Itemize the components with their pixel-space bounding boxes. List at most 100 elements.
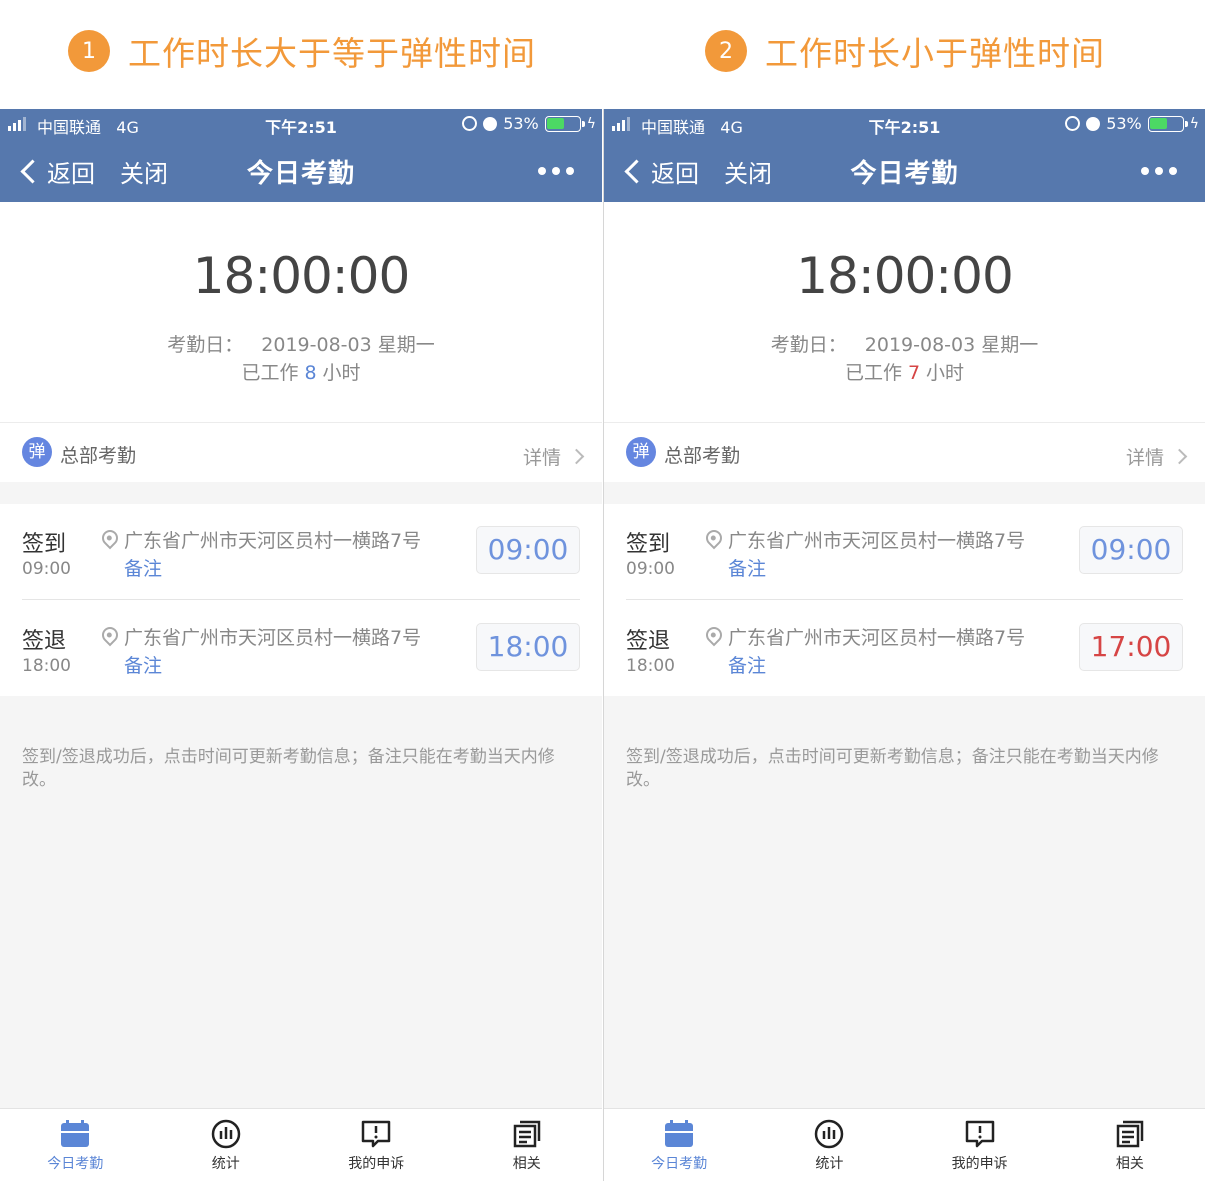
location-pin-icon — [702, 526, 726, 550]
nav-bar: 返回 关闭 今日考勤 — [604, 139, 1205, 202]
calendar-icon — [665, 1120, 694, 1147]
status-bar: 中国联通 4G 下午2:51 53% ϟ — [604, 109, 1205, 139]
rotation-lock-icon — [462, 116, 478, 131]
caption-text: 工作时长大于等于弹性时间 — [128, 34, 536, 73]
battery-percent: 53% — [503, 114, 539, 133]
chevron-right-icon — [1171, 448, 1188, 465]
record-scheduled-time: 18:00 — [626, 656, 675, 676]
current-time: 18:00:00 — [796, 247, 1014, 305]
punch-records: 签到 09:00 广东省广州市天河区员村一横路7号 备注 09:00 签退 18… — [604, 504, 1205, 696]
worked-hours-value: 8 — [304, 362, 317, 384]
tab-related[interactable]: 相关 — [1055, 1109, 1205, 1181]
department-name: 总部考勤 — [60, 445, 137, 467]
tab-stats[interactable]: 统计 — [754, 1109, 904, 1181]
charging-icon: ϟ — [1189, 115, 1199, 132]
tab-label: 统计 — [815, 1156, 844, 1172]
note-link[interactable]: 备注 — [124, 651, 162, 678]
stats-icon — [815, 1119, 844, 1149]
page-title: 今日考勤 — [246, 159, 355, 189]
tab-label: 今日考勤 — [651, 1156, 708, 1172]
detail-link[interactable]: 详情 — [1126, 443, 1188, 470]
check-out-row: 签退 18:00 广东省广州市天河区员村一横路7号 备注 18:00 — [22, 601, 580, 697]
caption-number: 2 — [705, 30, 747, 72]
tab-related[interactable]: 相关 — [452, 1109, 603, 1181]
battery-percent: 53% — [1106, 114, 1142, 133]
tab-today[interactable]: 今日考勤 — [604, 1109, 754, 1181]
alarm-icon — [483, 116, 498, 131]
tab-label: 今日考勤 — [47, 1156, 104, 1172]
rotation-lock-icon — [1065, 116, 1081, 131]
current-time: 18:00:00 — [192, 247, 411, 305]
tab-label: 相关 — [512, 1156, 541, 1172]
attendance-summary: 18:00:00 考勤日： 2019-08-03 星期一 已工作 8 小时 — [0, 202, 602, 422]
punch-time-button[interactable]: 09:00 — [1079, 526, 1183, 574]
tab-label: 我的申诉 — [951, 1156, 1008, 1172]
punch-records: 签到 09:00 广东省广州市天河区员村一横路7号 备注 09:00 签退 18… — [0, 504, 602, 696]
tab-bar: 今日考勤 统计 我的申诉 相关 — [0, 1108, 602, 1181]
location-pin-icon — [98, 623, 122, 647]
tip-text: 签到/签退成功后，点击时间可更新考勤信息；备注只能在考勤当天内修改。 — [22, 747, 555, 790]
tab-stats[interactable]: 统计 — [151, 1109, 302, 1181]
location-pin-icon — [702, 623, 726, 647]
phone-screen-2: 中国联通 4G 下午2:51 53% ϟ 返回 关闭 今日考勤 18:00:00… — [603, 109, 1205, 1181]
worked-hours-value: 7 — [907, 362, 921, 384]
record-address: 广东省广州市天河区员村一横路7号 — [124, 627, 422, 649]
attendance-date: 考勤日： 2019-08-03 星期一 — [167, 334, 435, 356]
tab-bar: 今日考勤 统计 我的申诉 相关 — [604, 1108, 1205, 1181]
department-name: 总部考勤 — [664, 445, 741, 467]
punch-time-button[interactable]: 17:00 — [1079, 623, 1183, 671]
worked-hours: 已工作 7 小时 — [844, 362, 965, 384]
record-address: 广东省广州市天河区员村一横路7号 — [728, 530, 1026, 552]
tab-today[interactable]: 今日考勤 — [0, 1109, 151, 1181]
status-right: 53% ϟ — [462, 114, 596, 133]
record-address: 广东省广州市天河区员村一横路7号 — [728, 627, 1026, 649]
more-icon[interactable] — [538, 167, 574, 175]
record-kind: 签到 — [22, 532, 67, 557]
note-link[interactable]: 备注 — [124, 554, 162, 581]
tip-text: 签到/签退成功后，点击时间可更新考勤信息；备注只能在考勤当天内修改。 — [626, 747, 1159, 790]
flex-badge: 弹 — [22, 437, 52, 467]
stats-icon — [211, 1119, 240, 1149]
record-address: 广东省广州市天河区员村一横路7号 — [124, 530, 422, 552]
status-bar: 中国联通 4G 下午2:51 53% ϟ — [0, 109, 602, 139]
punch-time-button[interactable]: 09:00 — [476, 526, 580, 574]
detail-link[interactable]: 详情 — [523, 443, 585, 470]
tab-appeal[interactable]: 我的申诉 — [301, 1109, 452, 1181]
location-pin-icon — [98, 526, 122, 550]
charging-icon: ϟ — [586, 115, 596, 132]
record-kind: 签退 — [626, 629, 671, 654]
related-icon — [513, 1120, 540, 1148]
appeal-icon — [965, 1120, 994, 1148]
calendar-icon — [61, 1120, 90, 1147]
status-right: 53% ϟ — [1065, 114, 1199, 133]
flex-badge: 弹 — [626, 437, 656, 467]
record-kind: 签退 — [22, 629, 67, 654]
check-in-row: 签到 09:00 广东省广州市天河区员村一横路7号 备注 09:00 — [626, 504, 1183, 600]
punch-time-button[interactable]: 18:00 — [476, 623, 580, 671]
page-title: 今日考勤 — [850, 159, 959, 189]
phone-screen-1: 中国联通 4G 下午2:51 53% ϟ 返回 关闭 今日考勤 18:00:00… — [0, 109, 602, 1181]
comparison-page: 1 工作时长大于等于弹性时间 2 工作时长小于弹性时间 中国联通 4G 下午2:… — [0, 0, 1205, 1181]
caption-text: 工作时长小于弹性时间 — [765, 34, 1105, 73]
department-row: 弹 总部考勤 详情 — [0, 422, 602, 482]
attendance-date: 考勤日： 2019-08-03 星期一 — [770, 334, 1039, 356]
more-icon[interactable] — [1141, 167, 1177, 175]
record-scheduled-time: 09:00 — [626, 559, 675, 579]
tab-appeal[interactable]: 我的申诉 — [905, 1109, 1055, 1181]
related-icon — [1116, 1120, 1144, 1148]
tab-label: 我的申诉 — [348, 1156, 405, 1172]
department-row: 弹 总部考勤 详情 — [604, 422, 1205, 482]
note-link[interactable]: 备注 — [728, 554, 766, 581]
check-out-row: 签退 18:00 广东省广州市天河区员村一横路7号 备注 17:00 — [626, 601, 1183, 697]
note-link[interactable]: 备注 — [728, 651, 766, 678]
record-kind: 签到 — [626, 532, 671, 557]
tab-label: 相关 — [1115, 1156, 1144, 1172]
worked-hours: 已工作 8 小时 — [241, 362, 361, 384]
battery-icon — [1147, 115, 1188, 132]
battery-icon — [544, 115, 585, 132]
record-scheduled-time: 09:00 — [22, 559, 71, 579]
nav-bar: 返回 关闭 今日考勤 — [0, 139, 602, 202]
attendance-summary: 18:00:00 考勤日： 2019-08-03 星期一 已工作 7 小时 — [604, 202, 1205, 422]
chevron-right-icon — [568, 448, 585, 465]
record-scheduled-time: 18:00 — [22, 656, 71, 676]
